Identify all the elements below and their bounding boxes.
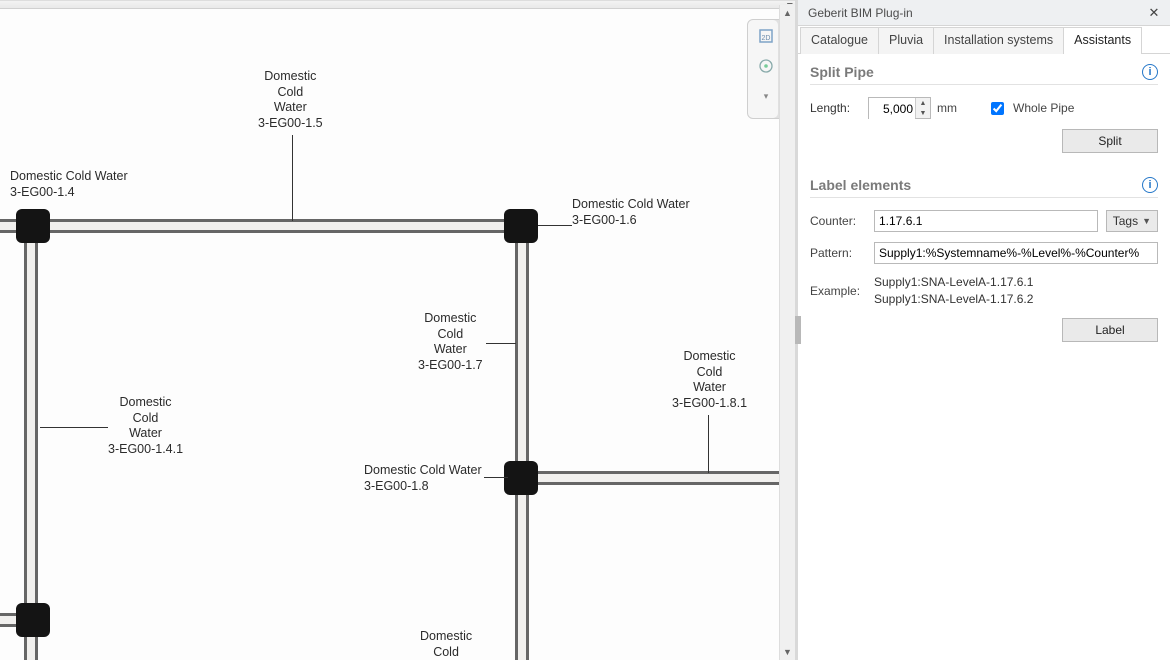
- tab-pluvia[interactable]: Pluvia: [878, 27, 934, 54]
- info-icon[interactable]: i: [1142, 177, 1158, 193]
- split-button[interactable]: Split: [1062, 129, 1158, 153]
- info-icon[interactable]: i: [1142, 64, 1158, 80]
- pipe-elbow-fitting[interactable]: [16, 603, 50, 637]
- example-label: Example:: [810, 284, 866, 298]
- label-elements-heading: Label elements: [810, 177, 911, 193]
- tab-assistants[interactable]: Assistants: [1063, 27, 1142, 54]
- pattern-input[interactable]: [874, 242, 1158, 264]
- pipe-tag: Domestic Cold Water 3-EG00-1.7: [418, 311, 483, 374]
- counter-label: Counter:: [810, 214, 866, 228]
- length-label: Length:: [810, 101, 862, 115]
- length-input[interactable]: [869, 98, 915, 120]
- pipe-tag: Domestic Cold Water 3-EG00-1.4: [10, 169, 128, 200]
- split-pipe-heading: Split Pipe: [810, 64, 874, 80]
- whole-pipe-checkbox[interactable]: [991, 102, 1004, 115]
- tag-leader: [538, 225, 572, 226]
- tag-leader: [708, 415, 709, 473]
- panel-title-text: Geberit BIM Plug-in: [808, 6, 913, 20]
- pipe-tag: Domestic Cold Water 3-EG00-1.6: [572, 197, 690, 228]
- tab-catalogue[interactable]: Catalogue: [800, 27, 879, 54]
- length-unit: mm: [937, 101, 957, 115]
- pipe-tag: Domestic Cold Water 3-EG00-1.8: [364, 463, 482, 494]
- pattern-label: Pattern:: [810, 246, 866, 260]
- spinner-up-icon[interactable]: ▲: [916, 98, 930, 108]
- steering-wheel-icon[interactable]: [756, 56, 776, 76]
- tag-leader: [40, 427, 108, 428]
- svg-text:2D: 2D: [762, 35, 771, 42]
- tab-installation-systems[interactable]: Installation systems: [933, 27, 1064, 54]
- whole-pipe-label: Whole Pipe: [1013, 101, 1074, 115]
- pipe-tee-fitting[interactable]: [16, 209, 50, 243]
- scroll-up-icon[interactable]: ▲: [780, 5, 795, 21]
- canvas-toolbar: ≡: [0, 1, 795, 9]
- scroll-down-icon[interactable]: ▼: [780, 644, 795, 660]
- panel-resize-grip[interactable]: [795, 316, 801, 344]
- panel-tabs: Catalogue Pluvia Installation systems As…: [798, 26, 1170, 54]
- panel-titlebar: Geberit BIM Plug-in ✕: [798, 0, 1170, 26]
- tags-dropdown-label: Tags: [1113, 214, 1138, 228]
- example-line: Supply1:SNA-LevelA-1.17.6.1: [874, 274, 1158, 291]
- pipe-elbow-fitting[interactable]: [504, 209, 538, 243]
- pipe-tag: Domestic Cold Water 3-EG00-1.5: [258, 69, 323, 132]
- pipe-tee-fitting[interactable]: [504, 461, 538, 495]
- canvas-scrollbar[interactable]: ▲ ▼: [779, 5, 795, 660]
- label-button[interactable]: Label: [1062, 318, 1158, 342]
- pipe-segment[interactable]: [522, 471, 795, 485]
- tag-leader: [484, 477, 508, 478]
- pipe-tag: Domestic Cold Water 3-EG00-1.8.1: [672, 349, 747, 412]
- panel-close-button[interactable]: ✕: [1144, 3, 1164, 23]
- example-line: Supply1:SNA-LevelA-1.17.6.2: [874, 291, 1158, 308]
- pipe-tag: Domestic Cold Water 3-EG00-1.4.1: [108, 395, 183, 458]
- example-output: Supply1:SNA-LevelA-1.17.6.1 Supply1:SNA-…: [874, 274, 1158, 308]
- tag-leader: [292, 135, 293, 221]
- length-spinner[interactable]: ▲ ▼: [868, 97, 931, 119]
- chevron-down-icon: ▼: [1142, 216, 1151, 226]
- pipe-tag: Domestic Cold: [420, 629, 472, 660]
- tag-leader: [486, 343, 516, 344]
- pipe-segment[interactable]: [24, 226, 38, 660]
- palette-expand-icon[interactable]: ▾: [756, 86, 776, 106]
- viewcube-icon[interactable]: 2D: [756, 26, 776, 46]
- pipe-segment[interactable]: [515, 219, 529, 660]
- drawing-canvas[interactable]: ≡ Domestic Cold Water 3-EG00-1.4 Domesti…: [0, 0, 795, 660]
- plugin-panel: Geberit BIM Plug-in ✕ Catalogue Pluvia I…: [795, 0, 1170, 660]
- counter-input[interactable]: [874, 210, 1098, 232]
- pipe-segment[interactable]: [0, 219, 530, 233]
- spinner-down-icon[interactable]: ▼: [916, 108, 930, 118]
- tags-dropdown[interactable]: Tags ▼: [1106, 210, 1158, 232]
